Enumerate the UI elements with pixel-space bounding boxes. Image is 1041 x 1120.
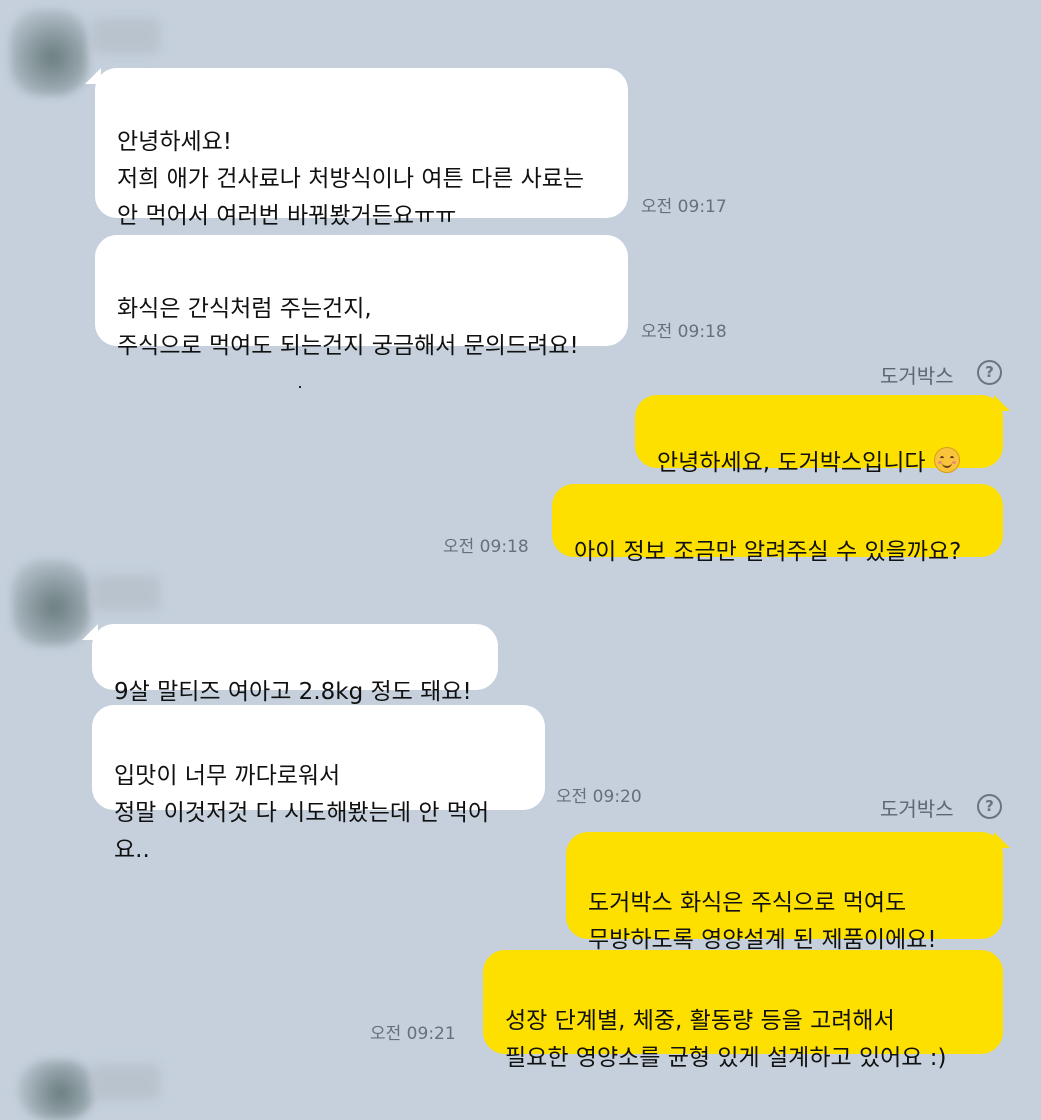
message-timestamp: 오전 09:21	[370, 1024, 456, 1044]
message-text: 성장 단계별, 체중, 활동량 등을 고려해서 필요한 영양소를 균형 있게 설…	[505, 1008, 947, 1071]
customer-name-blurred	[92, 1064, 160, 1100]
message-text: 화식은 간식처럼 주는건지, 주식으로 먹여도 되는건지 궁금해서 문의드려요!	[117, 296, 579, 359]
message-timestamp: 오전 09:18	[443, 537, 529, 557]
sender-name: 도거박스	[880, 364, 954, 388]
customer-name-blurred	[92, 575, 160, 611]
sender-name: 도거박스	[880, 797, 954, 821]
message-bubble-outgoing[interactable]: 아이 정보 조금만 알려주실 수 있을까요?	[552, 484, 1003, 565]
message-bubble-incoming[interactable]: 안녕하세요! 저희 애가 건사료나 처방식이나 여튼 다른 사료는 안 먹어서 …	[95, 68, 628, 229]
customer-name-blurred	[92, 18, 160, 54]
message-bubble-outgoing[interactable]: 도거박스 화식은 주식으로 먹여도 무방하도록 영양설계 된 제품이에요!	[566, 832, 1003, 953]
message-text: 9살 말티즈 여아고 2.8kg 정도 돼요!	[114, 679, 472, 705]
bubble-tail	[85, 68, 101, 84]
customer-avatar[interactable]	[10, 10, 88, 96]
smiling-face-emoji-icon	[933, 447, 960, 473]
customer-avatar[interactable]	[18, 1060, 96, 1120]
question-circle-icon[interactable]: ?	[977, 794, 1002, 819]
bubble-tail	[994, 832, 1010, 848]
message-timestamp: 오전 09:20	[556, 787, 642, 807]
message-timestamp: 오전 09:18	[641, 322, 727, 342]
message-bubble-incoming[interactable]: 화식은 간식처럼 주는건지, 주식으로 먹여도 되는건지 궁금해서 문의드려요!	[95, 235, 628, 359]
message-text: 아이 정보 조금만 알려주실 수 있을까요?	[574, 539, 962, 565]
message-bubble-outgoing[interactable]: 성장 단계별, 체중, 활동량 등을 고려해서 필요한 영양소를 균형 있게 설…	[483, 950, 1003, 1071]
message-timestamp: 오전 09:17	[641, 197, 727, 217]
message-text: 안녕하세요, 도거박스입니다	[657, 450, 926, 476]
bubble-tail	[82, 624, 98, 640]
message-text: 도거박스 화식은 주식으로 먹여도 무방하도록 영양설계 된 제품이에요!	[588, 890, 937, 953]
message-text: 입맛이 너무 까다로워서 정말 이것저것 다 시도해봤는데 안 먹어요..	[114, 763, 490, 863]
bubble-tail	[994, 395, 1010, 411]
customer-avatar[interactable]	[12, 560, 90, 646]
message-bubble-outgoing[interactable]: 안녕하세요, 도거박스입니다	[635, 395, 1003, 476]
question-circle-icon[interactable]: ?	[977, 360, 1002, 385]
message-bubble-incoming[interactable]: 입맛이 너무 까다로워서 정말 이것저것 다 시도해봤는데 안 먹어요..	[92, 705, 545, 863]
stray-dot	[299, 386, 301, 388]
message-text: 안녕하세요! 저희 애가 건사료나 처방식이나 여튼 다른 사료는 안 먹어서 …	[117, 129, 585, 229]
message-bubble-incoming[interactable]: 9살 말티즈 여아고 2.8kg 정도 돼요!	[92, 624, 498, 705]
